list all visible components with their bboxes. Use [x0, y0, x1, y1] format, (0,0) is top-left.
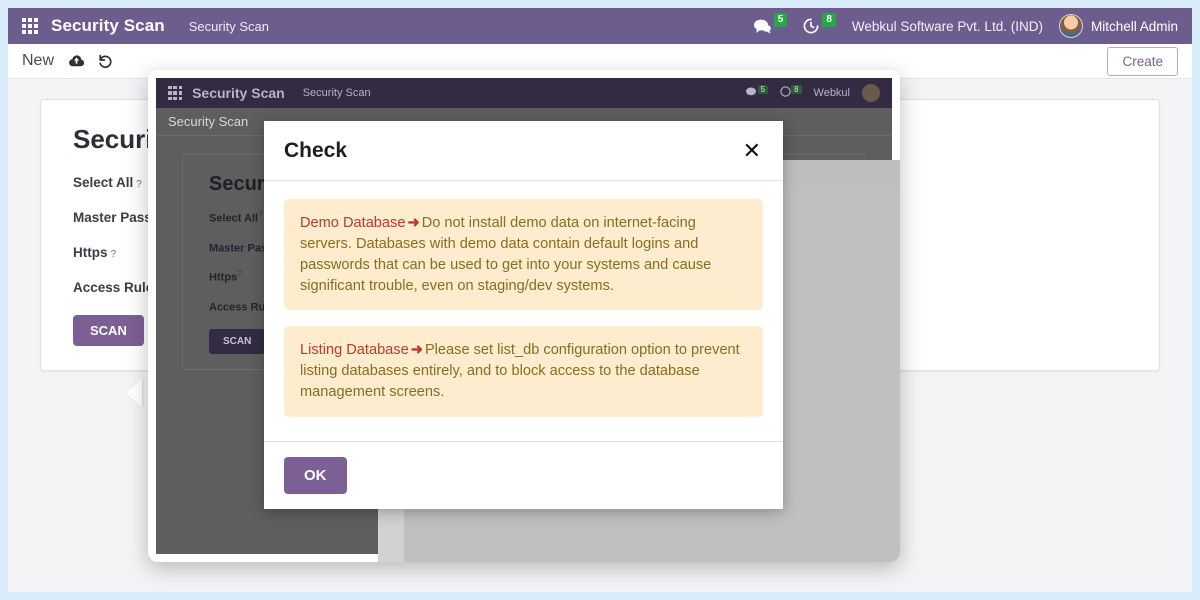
user-name: Mitchell Admin [1090, 18, 1178, 34]
nested-help-icon: ? [237, 269, 242, 279]
nested-field-label: Https [209, 271, 238, 284]
odoo-page: Security Scan Security Scan 5 8 Webkul S… [8, 8, 1192, 592]
nested-breadcrumb: Security Scan [302, 87, 371, 99]
modal-title: Check [284, 138, 348, 162]
messages-badge: 5 [773, 13, 788, 27]
alert-listing-database: Listing Database ➜ Please set list_db conf… [284, 326, 763, 418]
chat-bubble-icon [753, 19, 771, 34]
nested-navbar: Security Scan Security Scan 5 8 Webkul [156, 78, 892, 108]
nested-activities-badge: 8 [791, 85, 802, 94]
clock-icon [803, 18, 819, 34]
activities-badge: 8 [822, 13, 836, 27]
top-navbar: Security Scan Security Scan 5 8 Webkul S… [8, 8, 1192, 44]
field-label: Select All [73, 175, 134, 190]
nested-clock-icon [780, 86, 791, 97]
messages-counter[interactable]: 5 [753, 13, 788, 34]
breadcrumb[interactable]: Security Scan [189, 19, 269, 34]
field-label: Https [73, 245, 108, 260]
callout-pointer-icon [126, 379, 142, 407]
control-panel-right: Create [1107, 46, 1178, 76]
modal-body: Demo Database ➜ Do not install demo data o… [264, 181, 783, 441]
help-icon[interactable]: ? [136, 179, 142, 190]
brand-title[interactable]: Security Scan [51, 16, 165, 36]
nested-navbar-right: 5 8 Webkul [745, 84, 880, 102]
create-button[interactable]: Create [1107, 46, 1178, 76]
nested-field-label: Select All [209, 212, 259, 225]
ok-button[interactable]: OK [284, 457, 347, 494]
undo-arrow-icon[interactable] [97, 54, 113, 68]
alert-demo-database: Demo Database ➜ Do not install demo data o… [284, 199, 763, 311]
nested-activities-counter: 8 [780, 84, 802, 102]
activities-counter[interactable]: 8 [803, 13, 836, 34]
nested-apps-grid-icon [168, 85, 183, 101]
cloud-upload-icon[interactable] [68, 54, 85, 68]
alert-term: Demo Database [300, 215, 406, 231]
avatar [1058, 14, 1083, 38]
close-x-icon[interactable]: ✕ [741, 139, 763, 162]
nested-chat-bubble-icon [745, 87, 756, 96]
nested-scan-button: SCAN [209, 328, 266, 354]
navbar-right-group: 5 8 Webkul Software Pvt. Ltd. (IND) Mitc… [753, 13, 1178, 38]
check-modal: Check ✕ Demo Database ➜ Do not install dem… [264, 121, 783, 509]
nested-company: Webkul [813, 87, 850, 99]
alert-term: Listing Database [300, 342, 409, 359]
nested-avatar [862, 84, 880, 102]
arrow-right-icon: ➜ [407, 215, 420, 231]
nested-messages-counter: 5 [745, 84, 769, 102]
modal-footer: OK [264, 441, 783, 509]
user-menu[interactable]: Mitchell Admin [1058, 14, 1178, 38]
apps-grid-icon[interactable] [22, 18, 38, 34]
arrow-right-icon: ➜ [410, 342, 423, 359]
new-record-button[interactable]: New [22, 52, 54, 70]
help-icon[interactable]: ? [111, 249, 117, 260]
company-selector[interactable]: Webkul Software Pvt. Ltd. (IND) [852, 19, 1043, 34]
nested-messages-badge: 5 [757, 85, 769, 94]
nested-brand-title: Security Scan [192, 85, 285, 101]
scan-button[interactable]: SCAN [73, 315, 144, 346]
modal-header: Check ✕ [264, 121, 783, 181]
nested-help-icon: ? [258, 210, 264, 219]
nested-breadcrumb-label: Security Scan [168, 114, 249, 129]
